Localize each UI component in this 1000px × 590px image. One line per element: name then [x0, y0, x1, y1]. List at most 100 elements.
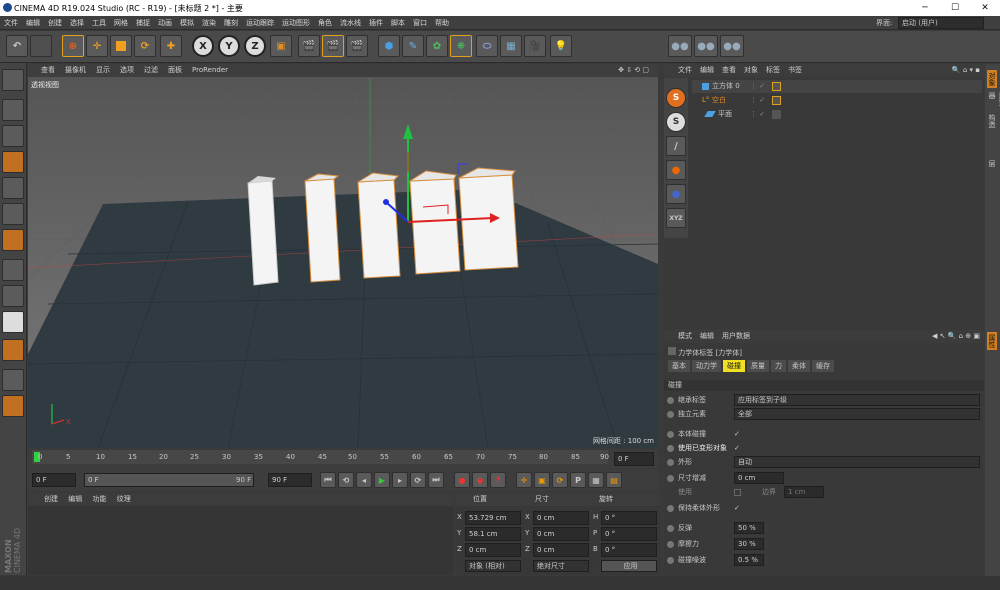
object-menu-edit[interactable]: 编辑 — [700, 66, 714, 74]
use-deformed-checkbox[interactable]: ✓ — [734, 442, 740, 455]
rotation-b-field[interactable]: 0 ° — [601, 543, 657, 557]
key-scale-icon[interactable]: ▣ — [534, 472, 550, 488]
object-search-icon[interactable]: 🔍 ⌂ ▾ ▪ — [952, 64, 980, 77]
position-x-field[interactable]: 53.729 cm — [465, 511, 521, 525]
menu-mograph[interactable]: 运动图形 — [278, 16, 314, 30]
tab-content-browser-vertical[interactable]: 内容浏览器 — [987, 92, 1000, 112]
attr-menu-mode[interactable]: 模式 — [678, 332, 692, 340]
material-menu-create[interactable]: 创建 — [44, 495, 58, 503]
material-menu-texture[interactable]: 纹理 — [117, 495, 131, 503]
light-icon[interactable]: 💡 — [550, 35, 572, 57]
tab-cache[interactable]: 缓存 — [812, 360, 834, 372]
menu-render[interactable]: 渲染 — [198, 16, 220, 30]
key-help-icon[interactable]: ? — [490, 472, 506, 488]
x-axis-lock-button[interactable]: X — [192, 35, 214, 57]
bounce-field[interactable]: 50 % — [734, 522, 764, 534]
menu-snap[interactable]: 捕捉 — [132, 16, 154, 30]
preview-range-slider[interactable]: 0 F — [84, 473, 254, 487]
menu-create[interactable]: 创建 — [44, 16, 66, 30]
recent-tool-icon[interactable]: ✚ — [160, 35, 182, 57]
axis-icon[interactable] — [2, 259, 24, 281]
snap-icon[interactable] — [2, 311, 24, 333]
maximize-button[interactable]: ☐ — [940, 0, 970, 16]
material-menu-function[interactable]: 功能 — [92, 495, 106, 503]
object-menu-view[interactable]: 查看 — [722, 66, 736, 74]
floor-icon[interactable]: ▦ — [500, 35, 522, 57]
live-select-icon[interactable]: ⊕ — [62, 35, 84, 57]
coord-mode-select[interactable]: 对象 (相对) — [465, 560, 521, 572]
menu-sculpt[interactable]: 雕刻 — [220, 16, 242, 30]
deformer-icon[interactable]: ⬭ — [476, 35, 498, 57]
tab-attributes-vertical[interactable]: 属性 — [987, 332, 997, 350]
position-z-field[interactable]: 0 cm — [465, 543, 521, 557]
record-icon[interactable]: ● — [454, 472, 470, 488]
tab-force[interactable]: 力 — [771, 360, 786, 372]
menu-motion-tracking[interactable]: 运动跟踪 — [242, 16, 278, 30]
layout-sphere-icon-3[interactable]: ●● — [720, 35, 744, 57]
bone-icon[interactable]: / — [666, 136, 686, 156]
object-row[interactable]: 立方体 0 ⋮ ✓ — [692, 80, 982, 93]
tweak-icon[interactable] — [2, 285, 24, 307]
object-visibility-dots[interactable]: ⋮ ✓ — [750, 108, 765, 121]
auto-key-icon[interactable]: ◉ — [472, 472, 488, 488]
model-mode-icon[interactable] — [2, 99, 24, 121]
undo-icon[interactable]: ↶ — [6, 35, 28, 57]
menu-character[interactable]: 角色 — [314, 16, 336, 30]
render-settings-icon[interactable]: 🎬 — [346, 35, 368, 57]
camera-icon[interactable]: 🎥 — [524, 35, 546, 57]
s-tag-icon[interactable]: S — [666, 88, 686, 108]
cube-icon[interactable]: ⬢ — [378, 35, 400, 57]
material-menu-edit[interactable]: 编辑 — [68, 495, 82, 503]
scale-icon[interactable] — [110, 35, 132, 57]
menu-pipeline[interactable]: 流水线 — [336, 16, 365, 30]
object-menu-tags[interactable]: 标签 — [766, 66, 780, 74]
move-icon[interactable]: ✛ — [86, 35, 108, 57]
viewport-menu-prorender[interactable]: ProRender — [187, 64, 233, 77]
next-key-icon[interactable]: ⟳ — [410, 472, 426, 488]
self-collision-checkbox[interactable]: ✓ — [734, 428, 740, 441]
layout-sphere-icon-1[interactable]: ●● — [668, 35, 692, 57]
sphere-icon[interactable]: ● — [666, 184, 686, 204]
collision-noise-field[interactable]: 0.5 % — [734, 554, 764, 566]
prev-frame-icon[interactable]: ◂ — [356, 472, 372, 488]
size-z-field[interactable]: 0 cm — [533, 543, 589, 557]
next-frame-icon[interactable]: ▸ — [392, 472, 408, 488]
tab-basic[interactable]: 基本 — [668, 360, 690, 372]
object-row[interactable]: 平面 ⋮ ✓ — [692, 108, 982, 121]
make-editable-icon[interactable] — [2, 69, 24, 91]
play-icon[interactable]: ▶ — [374, 472, 390, 488]
size-x-field[interactable]: 0 cm — [533, 511, 589, 525]
object-menu-file[interactable]: 文件 — [678, 66, 692, 74]
viewport-menu-options[interactable]: 选项 — [115, 64, 139, 77]
object-row[interactable]: L° 空白 ⋮ ✓ — [692, 94, 982, 107]
apply-button[interactable]: 应用 — [601, 560, 657, 572]
subdivision-icon[interactable]: ✿ — [426, 35, 448, 57]
object-visibility-dots[interactable]: ⋮ ✓ — [750, 94, 765, 107]
layout-sphere-icon-2[interactable]: ●● — [694, 35, 718, 57]
edge-field[interactable]: 1 cm — [784, 486, 824, 498]
attr-nav-icons[interactable]: ◀ ↖ 🔍 ⌂ ⊕ ▣ — [932, 330, 980, 343]
tab-objects-vertical[interactable]: 对象 — [987, 70, 997, 88]
timeline-ruler[interactable]: 0 5 10 15 20 25 30 35 40 45 50 55 60 65 … — [28, 450, 658, 468]
locked-workplane-icon[interactable] — [2, 339, 24, 361]
tab-collision[interactable]: 碰撞 — [723, 360, 745, 372]
collider-tag-icon[interactable] — [772, 110, 781, 119]
menu-plugins[interactable]: 插件 — [365, 16, 387, 30]
go-to-end-icon[interactable]: ⏭ — [428, 472, 444, 488]
texture-mode-icon[interactable] — [2, 125, 24, 147]
shape-select[interactable]: 自动 — [734, 456, 980, 468]
solo-icon[interactable] — [2, 395, 24, 417]
menu-simulate[interactable]: 模拟 — [176, 16, 198, 30]
layout-select[interactable]: 启动 (用户) — [898, 17, 984, 29]
viewport-3d[interactable]: X 透视视图 网格间距 : 100 cm — [28, 64, 658, 448]
viewport-menu-display[interactable]: 显示 — [91, 64, 115, 77]
menu-mesh[interactable]: 网格 — [110, 16, 132, 30]
rigid-body-tag-icon[interactable] — [772, 82, 781, 91]
viewport-menu-filter[interactable]: 过滤 — [139, 64, 163, 77]
rotation-h-field[interactable]: 0 ° — [601, 511, 657, 525]
xyz-icon[interactable]: XYZ — [666, 208, 686, 228]
menu-help[interactable]: 帮助 — [431, 16, 453, 30]
menu-tools[interactable]: 工具 — [88, 16, 110, 30]
menu-script[interactable]: 脚本 — [387, 16, 409, 30]
tab-layers-vertical[interactable]: 层 — [987, 160, 997, 167]
